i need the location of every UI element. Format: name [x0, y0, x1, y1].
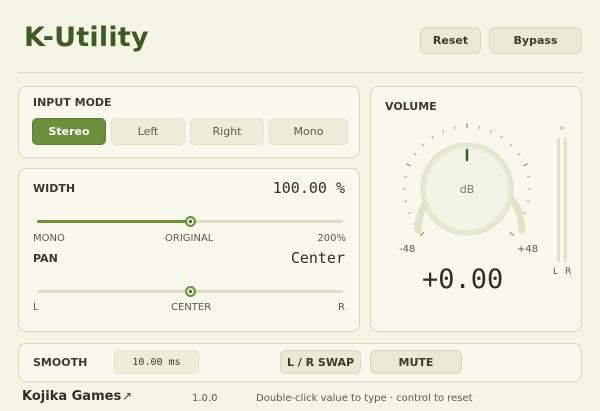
knob-tick [419, 231, 425, 237]
knob-tick [442, 129, 445, 133]
volume-min-label: -48 [399, 244, 416, 255]
knob-tick [413, 153, 417, 156]
volume-max-label: +48 [517, 244, 539, 255]
knob-tick [478, 126, 480, 130]
input-mode-right[interactable]: Right [190, 118, 264, 145]
width-mid-label: ORIGINAL [165, 233, 214, 244]
knob-tick [431, 135, 434, 139]
knob-tick [421, 143, 425, 147]
lr-swap-button[interactable]: L / R SWAP [280, 350, 361, 374]
width-slider-fill [37, 220, 190, 223]
version-label: 1.0.0 [192, 393, 218, 404]
pan-label: PAN [33, 252, 58, 265]
knob-tick [509, 143, 513, 147]
smooth-label: SMOOTH [33, 356, 88, 369]
meter-right-label: R [565, 267, 572, 277]
reset-button[interactable]: Reset [420, 27, 481, 54]
smooth-input[interactable]: 10.00 ms [114, 350, 199, 374]
knob-unit-label: dB [460, 183, 475, 196]
width-value[interactable]: 100.00 % [273, 179, 345, 197]
app-title: K-Utility [24, 22, 149, 53]
pan-value[interactable]: Center [291, 249, 345, 267]
knob-tick [523, 163, 529, 167]
input-mode-left[interactable]: Left [111, 118, 185, 145]
knob-tick [517, 153, 521, 156]
pan-min-label: L [33, 302, 39, 313]
meter-left-bar [557, 138, 560, 262]
bypass-button[interactable]: Bypass [489, 27, 582, 54]
knob-tick [523, 211, 527, 214]
volume-label: VOLUME [385, 100, 437, 113]
volume-value[interactable]: +0.00 [422, 264, 503, 295]
input-mode-stereo[interactable]: Stereo [32, 118, 106, 145]
knob-tick [454, 126, 456, 130]
knob-tick [526, 200, 530, 202]
external-link-icon[interactable]: ↗ [122, 389, 132, 403]
knob-tick [526, 176, 530, 178]
pan-mid-label: CENTER [171, 302, 212, 313]
width-label: WIDTH [33, 182, 76, 195]
brand-link[interactable]: Kojika Games [22, 389, 121, 404]
help-hint: Double-click value to type · control to … [256, 393, 473, 404]
volume-knob[interactable]: dB [395, 113, 545, 253]
width-max-label: 200% [317, 233, 346, 244]
knob-tick [404, 176, 408, 178]
knob-tick [407, 211, 411, 214]
pan-slider-thumb[interactable] [184, 286, 196, 297]
mute-button[interactable]: MUTE [370, 350, 462, 374]
header-divider [18, 72, 582, 73]
pan-max-label: R [338, 302, 345, 313]
meter-clip-dot [560, 126, 564, 130]
knob-tick [489, 129, 492, 133]
knob-tick [404, 200, 408, 202]
width-slider-thumb[interactable] [184, 216, 196, 227]
knob-tick [405, 163, 411, 167]
meter-right-bar [564, 138, 567, 262]
input-mode-label: INPUT MODE [33, 96, 112, 109]
meter-left-label: L [553, 267, 559, 277]
knob-tick [509, 231, 515, 237]
input-mode-mono[interactable]: Mono [269, 118, 348, 145]
knob-tick [500, 135, 503, 139]
width-min-label: MONO [33, 233, 65, 244]
